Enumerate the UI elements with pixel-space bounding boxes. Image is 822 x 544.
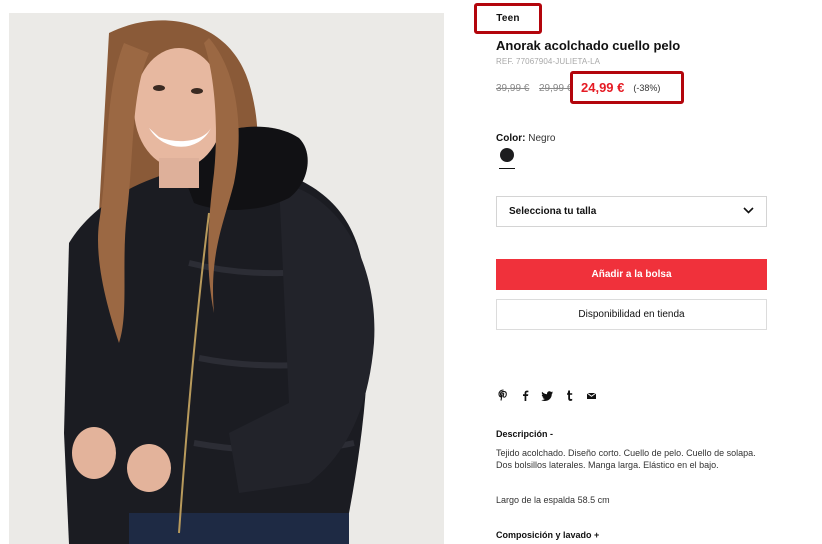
store-availability-button[interactable]: Disponibilidad en tienda	[496, 299, 767, 330]
color-label-key: Color:	[496, 133, 526, 144]
color-label: Color: Negro	[496, 133, 555, 144]
current-price: 24,99 €	[581, 80, 625, 95]
product-reference: REF. 77067904-JULIETA-LA	[496, 57, 601, 66]
chevron-down-icon	[743, 206, 754, 217]
pinterest-icon[interactable]	[497, 389, 510, 402]
current-price-box: 24,99 € (-38%)	[570, 71, 684, 104]
twitter-icon[interactable]	[541, 389, 554, 402]
description-heading-label: Descripción	[496, 429, 548, 439]
facebook-icon[interactable]	[519, 389, 532, 402]
original-price: 39,99 €	[496, 83, 530, 94]
product-image[interactable]	[9, 13, 444, 544]
composition-toggle: +	[594, 530, 600, 540]
composition-heading[interactable]: Composición y lavado +	[496, 530, 599, 540]
share-icons	[497, 389, 598, 402]
description-text: Tejido acolchado. Diseño corto. Cuello d…	[496, 448, 756, 470]
description-heading[interactable]: Descripción -	[496, 429, 553, 439]
mail-icon[interactable]	[585, 389, 598, 402]
description-toggle: -	[550, 429, 554, 439]
tumblr-icon[interactable]	[563, 389, 576, 402]
color-label-value: Negro	[528, 133, 556, 144]
size-selector[interactable]: Selecciona tu talla	[496, 196, 767, 227]
add-to-bag-button[interactable]: Añadir a la bolsa	[496, 259, 767, 290]
teen-badge: Teen	[474, 3, 542, 34]
selected-swatch-indicator	[499, 168, 515, 169]
composition-heading-label: Composición y lavado	[496, 530, 592, 540]
description-length: Largo de la espalda 58.5 cm	[496, 495, 610, 505]
product-title: Anorak acolchado cuello pelo	[496, 38, 681, 53]
previous-price: 29,99 €	[539, 83, 573, 94]
color-swatch-negro[interactable]	[500, 148, 514, 162]
size-selector-label: Selecciona tu talla	[509, 206, 597, 217]
discount-label: (-38%)	[633, 82, 661, 93]
